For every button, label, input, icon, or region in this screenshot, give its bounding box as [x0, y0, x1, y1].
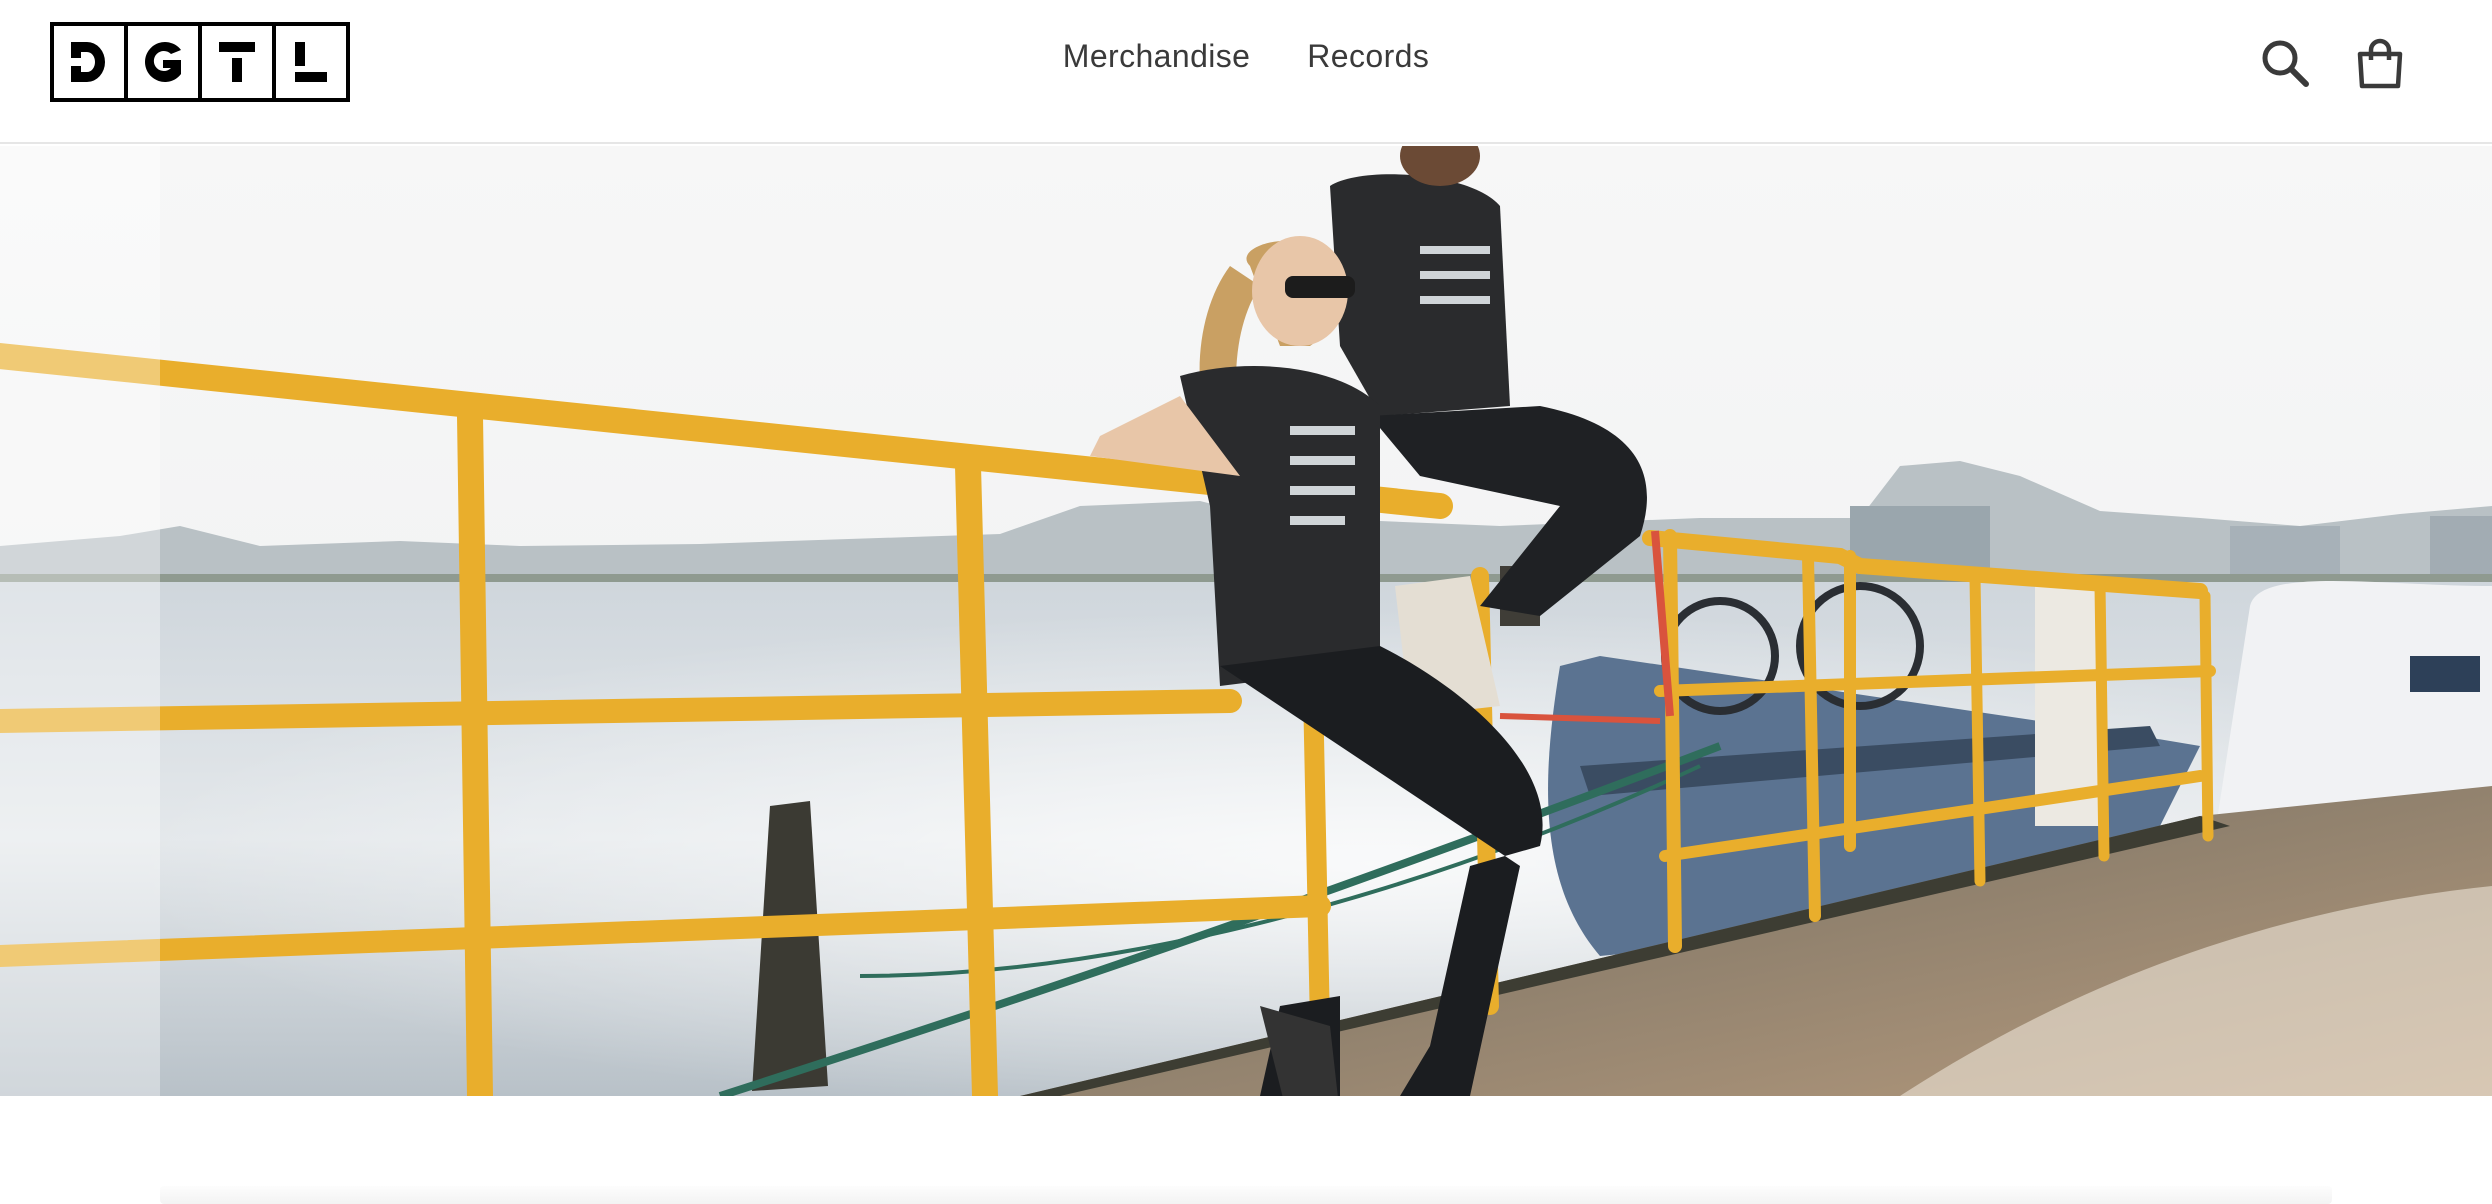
section-divider [160, 1186, 2332, 1204]
content-area [0, 1096, 2492, 1204]
cart-icon[interactable] [2352, 36, 2408, 92]
site-header: Merchandise Records [0, 0, 2492, 144]
hero-banner[interactable] [0, 146, 2492, 1096]
search-icon[interactable] [2258, 36, 2314, 92]
main-nav: Merchandise Records [0, 38, 2492, 75]
hero-image [0, 146, 2492, 1096]
nav-item-records[interactable]: Records [1307, 38, 1429, 74]
nav-item-merchandise[interactable]: Merchandise [1063, 38, 1251, 74]
